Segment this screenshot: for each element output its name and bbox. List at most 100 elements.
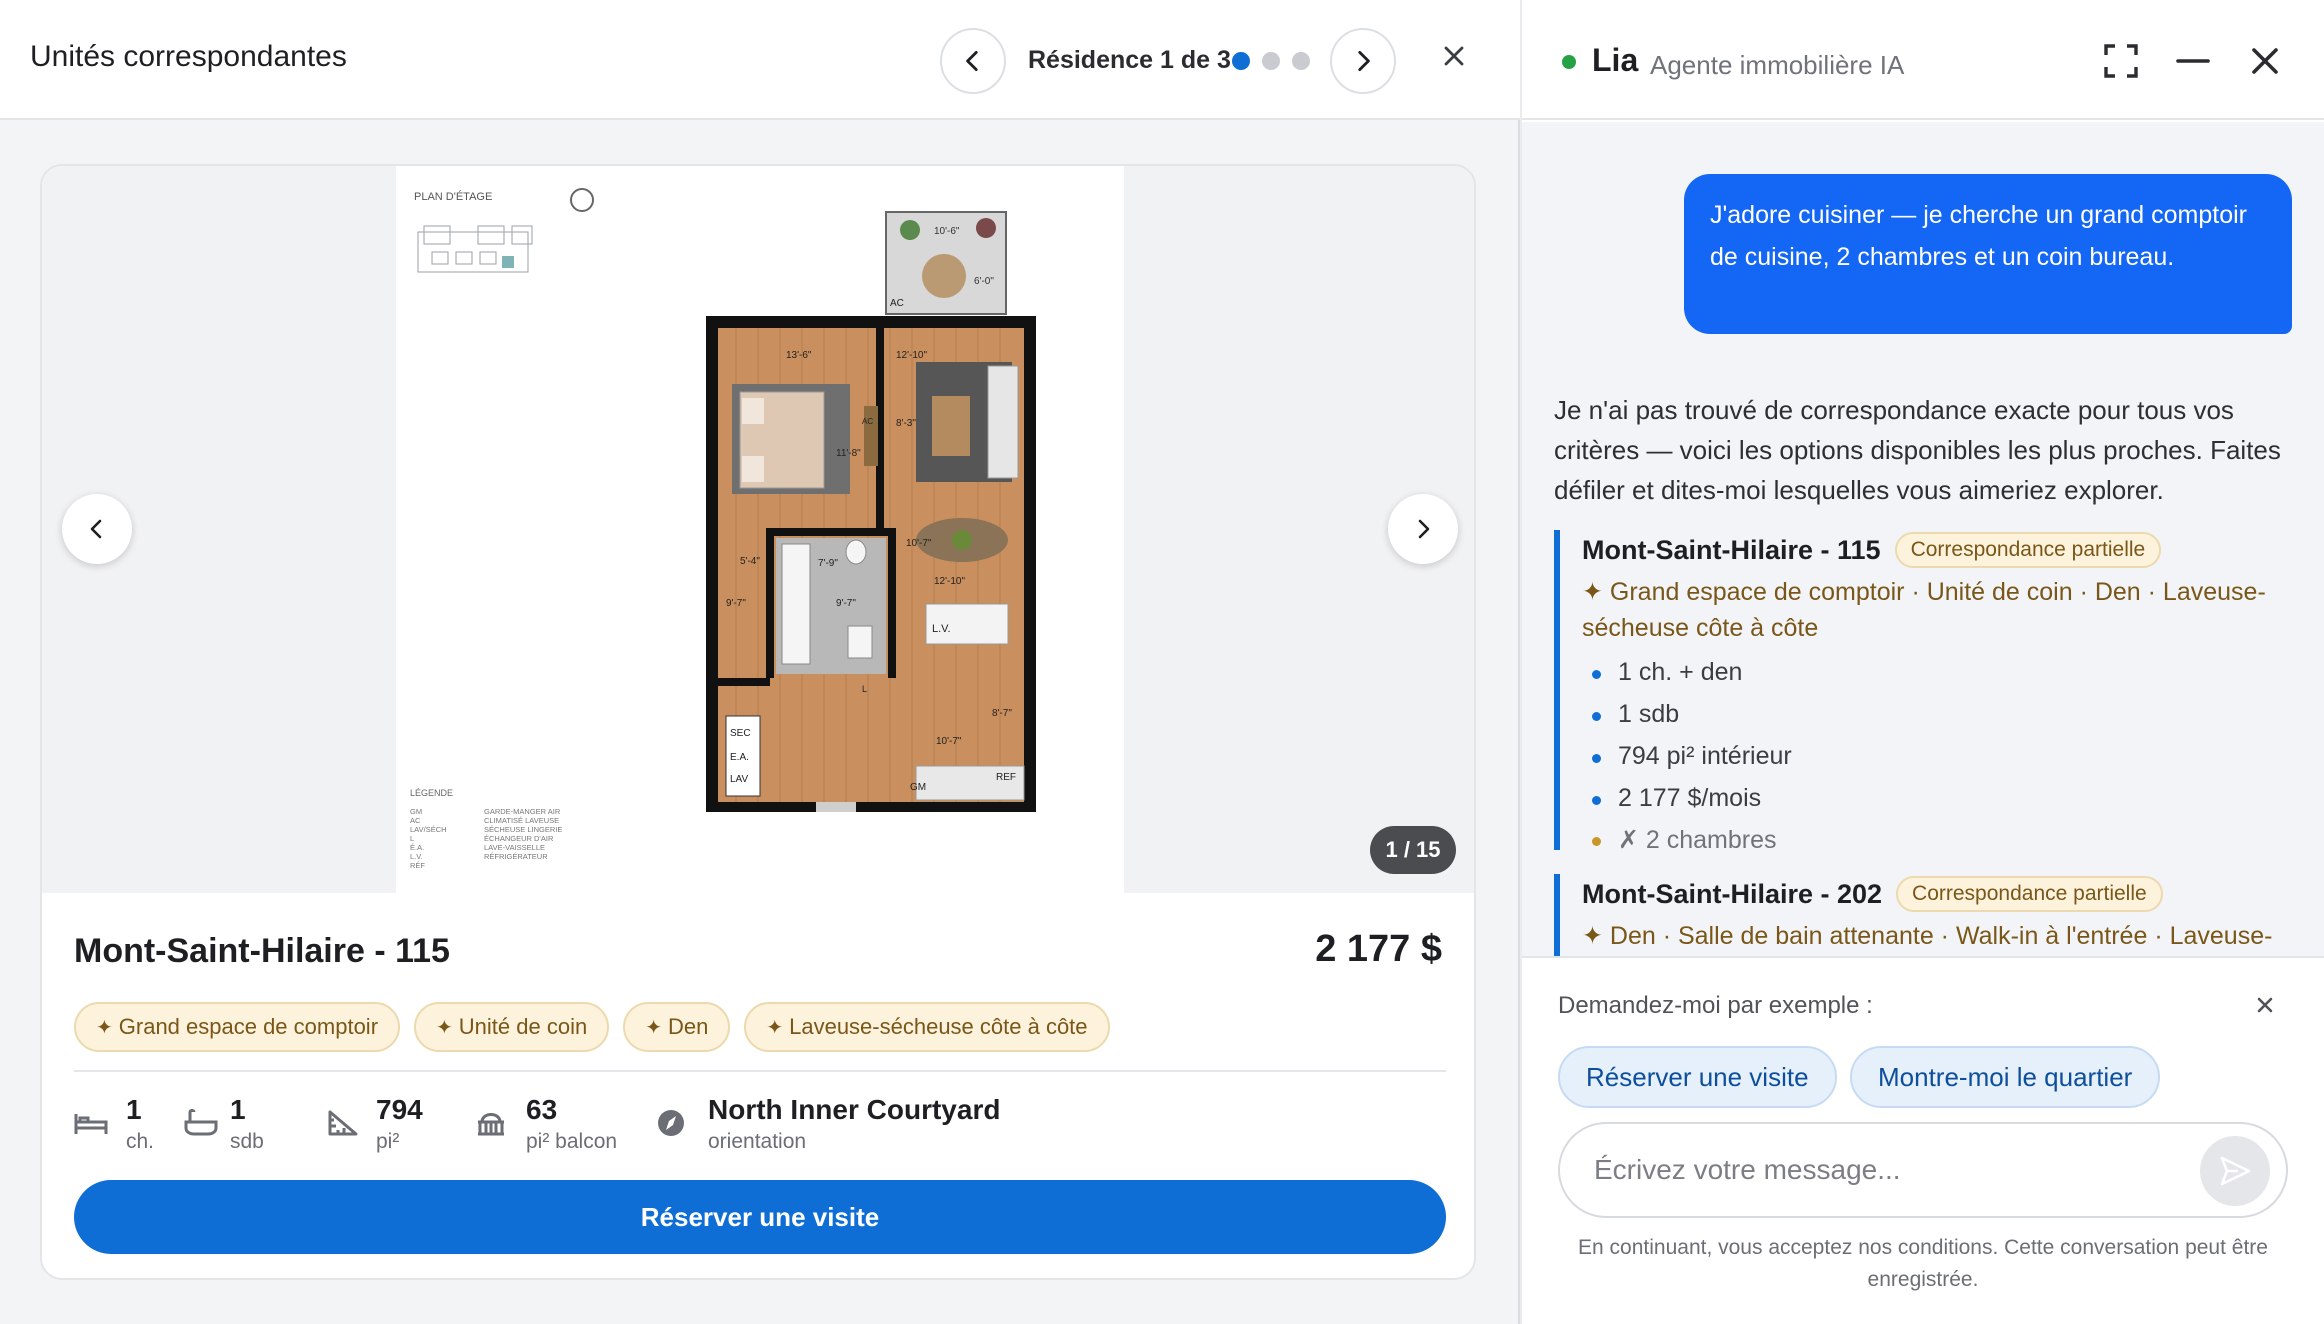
send-icon [2220,1156,2251,1186]
online-status-dot [1562,55,1576,69]
listing-header: Unités correspondantes Résidence 1 de 3 [0,0,1520,120]
match-features: ✦ Den · Salle de bain attenante · Walk-i… [1582,922,2273,950]
stat-value: 1 [230,1094,246,1125]
suggestions-label: Demandez-moi par exemple : [1558,992,1873,1019]
chevron-left-icon [966,50,978,72]
dimension-label: 12'-10" [934,576,965,587]
match-detail: 1 ch. + den [1591,658,1743,686]
dismiss-suggestions-button[interactable] [2250,990,2280,1020]
suggestion-chip-book-visit[interactable]: Réserver une visite [1558,1046,1837,1108]
next-image-button[interactable] [1388,494,1458,564]
legend-code: GM [410,807,422,816]
floorplan-title: PLAN D'ÉTAGE [414,190,492,203]
dimension-label: 7'-9" [818,558,838,569]
feature-tag: ✦ Laveuse-sécheuse côte à côte [744,1002,1110,1052]
dimension-label: 11'-8" [836,448,861,459]
close-chat-button[interactable] [2244,40,2286,82]
balcony-icon [478,1113,504,1136]
minimize-button[interactable] [2172,40,2214,82]
stat-balcony: 63 pi² balcon [474,1094,644,1154]
match-header: Mont-Saint-Hilaire - 202 Correspondance … [1582,874,2306,914]
sink [847,625,873,659]
bathtub [781,543,811,665]
suggestion-chip-neighborhood[interactable]: Montre-moi le quartier [1850,1046,2161,1108]
close-listing-button[interactable] [1434,36,1474,76]
unit-card: PLAN D'ÉTAGE LÉGENDE GM AC LAV/SÉCH L É.… [40,164,1476,1280]
sparkle-icon: ✦ [645,1016,662,1039]
user-message: J'adore cuisiner — je cherche un grand c… [1684,174,2292,334]
legend-code: L.V. [410,852,423,861]
stat-bedrooms: 1 ch. [74,1094,184,1154]
match-title: Mont-Saint-Hilaire - 115 [1582,534,1881,565]
legend-value: SÉCHEUSE LINGERIE [484,825,562,834]
sparkle-icon: ✦ [766,1016,784,1039]
stat-orientation: North Inner Courtyard orientation [654,1094,1054,1154]
message-input[interactable] [1558,1122,2288,1218]
book-visit-button[interactable]: Réserver une visite [74,1180,1446,1254]
dimension-label: 6'-0" [974,276,994,287]
dimension-label: 5'-4" [740,556,760,567]
pagination-dot-active[interactable] [1232,52,1250,70]
match-badge: Correspondance partielle [1896,876,2163,912]
legend-value: CLIMATISÉ LAVEUSE [484,816,559,825]
stat-label: orientation [708,1130,807,1153]
feature-tag-label: Grand espace de comptoir [118,1014,379,1039]
send-button[interactable] [2200,1136,2270,1206]
room-label: GM [910,782,926,793]
legend-value: LAVE-VAISSELLE [484,843,545,852]
expand-icon [2104,44,2138,78]
north-arrow-icon [570,188,594,212]
dimension-label: 10'-6" [934,226,960,237]
feature-tag-label: Laveuse-sécheuse côte à côte [789,1014,1088,1039]
toilet [845,539,867,565]
match-card[interactable]: Mont-Saint-Hilaire - 202 Correspondance … [1554,874,2306,956]
agent-role: Agente immobilière IA [1650,50,1905,80]
legend-value: RÉFRIGÉRATEUR [484,852,548,861]
plant-icon [976,218,996,238]
feature-tag-label: Unité de coin [458,1014,588,1039]
room-label: L [862,684,867,694]
legend-value: ÉCHANGEUR D'AIR [484,834,554,843]
stat-value: North Inner Courtyard [708,1094,1001,1125]
previous-image-button[interactable] [62,494,132,564]
pagination-dot[interactable] [1262,52,1280,70]
legend-code: AC [410,816,421,825]
match-features: ✦ Grand espace de comptoir · Unité de co… [1582,578,2266,642]
stat-area: 794 pi² [326,1094,446,1154]
residence-counter: Résidence 1 de 3 [1028,46,1231,74]
expand-button[interactable] [2100,40,2142,82]
chevron-right-icon [1358,50,1370,72]
dimension-label: 9'-7" [726,598,746,609]
room-label: AC [862,417,873,426]
ruler-icon [328,1110,358,1136]
unit-price: 2 177 $ [1315,928,1442,970]
floorplan-drawing: PLAN D'ÉTAGE LÉGENDE GM AC LAV/SÉCH L É.… [410,188,1036,870]
legend-code: É.A. [410,843,424,852]
image-counter: 1 / 15 [1370,826,1456,874]
bathtub-icon [184,1109,218,1136]
minimize-icon [2176,59,2210,63]
pagination-dot[interactable] [1292,52,1310,70]
dimension-label: 8'-3" [896,418,916,429]
dimension-label: 13'-6" [786,350,812,361]
next-residence-button[interactable] [1330,28,1396,94]
match-card[interactable]: Mont-Saint-Hilaire - 115 Correspondance … [1554,530,2306,854]
legend-value: GARDE-MANGER AIR [484,807,561,816]
assistant-message: Je n'ai pas trouvé de correspondance exa… [1554,395,2281,505]
disclaimer-text: En continuant, vous acceptez nos conditi… [1578,1236,2268,1291]
divider [74,1070,1446,1072]
previous-residence-button[interactable] [940,28,1006,94]
close-icon [2257,997,2273,1013]
match-header: Mont-Saint-Hilaire - 115 Correspondance … [1582,530,2306,570]
image-gallery[interactable]: PLAN D'ÉTAGE LÉGENDE GM AC LAV/SÉCH L É.… [42,166,1474,893]
stat-value: 1 [126,1094,142,1125]
feature-tag-label: Den [667,1014,709,1039]
stat-bathrooms: 1 sdb [184,1094,304,1154]
chat-panel: Lia Agente immobilière IA J'adore cuisin… [1522,0,2324,1324]
feature-tag: ✦ Grand espace de comptoir [74,1002,401,1052]
legend-title: LÉGENDE [410,788,453,798]
stat-value: 794 [376,1094,423,1125]
room-label: E.A. [730,752,749,763]
legend-code: RÉF [410,861,425,870]
chat-messages[interactable]: J'adore cuisiner — je cherche un grand c… [1522,122,2324,956]
